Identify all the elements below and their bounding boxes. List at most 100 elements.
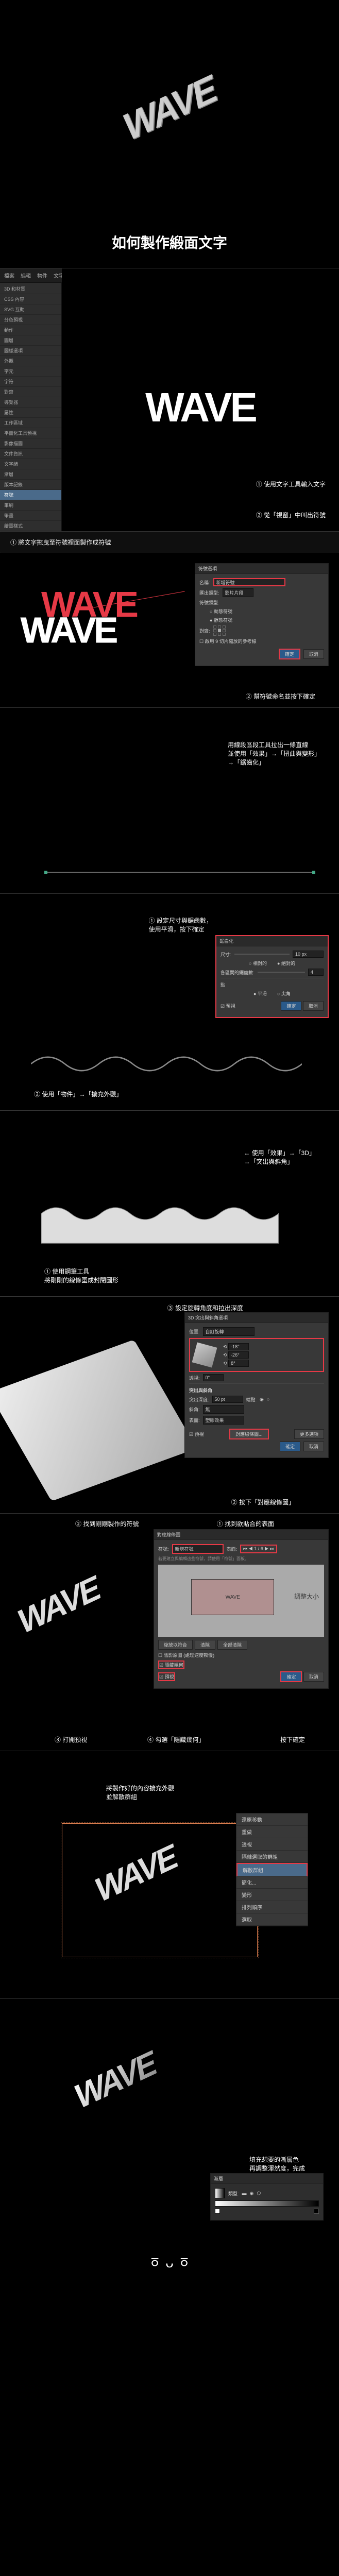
- sidebar-item[interactable]: 文件資訊: [0, 449, 61, 459]
- ok-button[interactable]: 確定: [281, 1001, 301, 1011]
- symbol-select[interactable]: 新增符號: [172, 1544, 224, 1554]
- sidebar-item[interactable]: 分色預視: [0, 315, 61, 325]
- shade-checkbox[interactable]: ☐ 陰影原圖 (處理速度較慢): [158, 1652, 214, 1658]
- radio-static[interactable]: ● 靜態符號: [210, 617, 232, 623]
- sidebar-item[interactable]: 平面化工具預視: [0, 428, 61, 438]
- sidebar-item[interactable]: 導覽器: [0, 397, 61, 408]
- sidebar-item[interactable]: 圖樣選項: [0, 346, 61, 356]
- context-item[interactable]: 排列順序: [236, 1901, 308, 1913]
- sidebar-item[interactable]: 字符: [0, 377, 61, 387]
- sidebar-item[interactable]: 對齊: [0, 387, 61, 397]
- menu-item[interactable]: 物件: [37, 272, 47, 279]
- radio-relative[interactable]: ○ 相對的: [249, 960, 267, 967]
- ok-button[interactable]: 確定: [279, 649, 300, 659]
- sidebar-item[interactable]: 版本記錄: [0, 480, 61, 490]
- symbol-name-input[interactable]: [213, 578, 285, 586]
- preview-checkbox[interactable]: ☑ 預視: [189, 1431, 204, 1437]
- ok-button[interactable]: 確定: [280, 1671, 302, 1682]
- radio-dynamic[interactable]: ○ 動態符號: [210, 608, 232, 615]
- size-input[interactable]: [293, 951, 324, 958]
- preview-checkbox[interactable]: ☑ 預視: [221, 1003, 235, 1009]
- menu-item[interactable]: 編輯: [21, 272, 31, 279]
- scale-fit-button[interactable]: 縮放以符合: [158, 1640, 193, 1650]
- first-surface-icon[interactable]: ⏮: [243, 1546, 247, 1551]
- cancel-button[interactable]: 取消: [303, 1442, 324, 1451]
- step-8: 檔案 編輯 物件 文字 選取 效果 檢視 視窗 說明 ▸ ▹ ✒ T 將製作好的…: [0, 1751, 339, 1998]
- radial-gradient-icon[interactable]: ◉: [250, 2191, 254, 2196]
- sidebar-item-symbols[interactable]: 符號: [0, 490, 61, 500]
- type-select[interactable]: 影片片段: [223, 588, 253, 597]
- ok-button[interactable]: 確定: [280, 1442, 300, 1451]
- cap-off-icon[interactable]: ○: [267, 1397, 269, 1402]
- wave-text-red[interactable]: WAVE: [41, 584, 137, 625]
- preview-checkbox[interactable]: ☑ 預視: [158, 1672, 175, 1681]
- more-options-button[interactable]: 更多選項: [294, 1429, 324, 1439]
- gradient-slider[interactable]: [215, 2200, 319, 2207]
- annotation-1: ① 將文字拖曳至符號裡面製作成符號: [0, 532, 339, 553]
- guides-checkbox[interactable]: ☐ 啟用 9 切片縮放的參考線: [199, 638, 257, 645]
- linear-gradient-icon[interactable]: ▬: [242, 2191, 247, 2196]
- context-item[interactable]: 重做: [236, 1826, 308, 1838]
- prev-surface-icon[interactable]: ◀: [249, 1546, 253, 1551]
- radio-absolute[interactable]: ● 絕對的: [277, 960, 295, 967]
- sidebar-item[interactable]: 外觀: [0, 356, 61, 366]
- gradient-stop-1[interactable]: [215, 2209, 220, 2214]
- cancel-button[interactable]: 取消: [303, 649, 324, 659]
- context-item[interactable]: 選取: [236, 1913, 308, 1926]
- rot-z-input[interactable]: [228, 1360, 249, 1367]
- final-wave-gradient[interactable]: WAVE: [73, 2042, 158, 2117]
- sidebar-item[interactable]: SVG 互動: [0, 304, 61, 315]
- sidebar-item[interactable]: 筆畫: [0, 511, 61, 521]
- sidebar-item[interactable]: 漸層: [0, 469, 61, 480]
- surface-select[interactable]: 塑膠效果: [203, 1416, 244, 1425]
- context-item[interactable]: 還原移動: [236, 1814, 308, 1826]
- context-item[interactable]: 透視: [236, 1838, 308, 1851]
- context-item[interactable]: 簡化...: [236, 1876, 308, 1889]
- line-segment-object[interactable]: [44, 872, 315, 873]
- menu-item[interactable]: 檔案: [4, 272, 14, 279]
- last-surface-icon[interactable]: ⏭: [270, 1546, 274, 1551]
- context-item[interactable]: 變形: [236, 1889, 308, 1901]
- sidebar-item[interactable]: 3D 和材質: [0, 284, 61, 294]
- wave-text-object[interactable]: WAVE: [145, 384, 256, 431]
- map-art-button[interactable]: 對應線條圖...: [229, 1429, 269, 1439]
- sidebar-item[interactable]: 圖層: [0, 335, 61, 346]
- 3d-extruded-shape[interactable]: [0, 1340, 197, 1501]
- context-item[interactable]: 隔離選取的群組: [236, 1851, 308, 1863]
- cancel-button[interactable]: 取消: [303, 1001, 324, 1011]
- registration-grid[interactable]: [213, 625, 227, 636]
- gradient-stop-2[interactable]: [314, 2209, 319, 2214]
- canvas[interactable]: WAVE ① 使用文字工具輸入文字 ② 從「視窗」中叫出符號: [62, 268, 339, 531]
- map-surface-preview[interactable]: WAVE 調整大小: [158, 1565, 324, 1637]
- sidebar-item[interactable]: 字元: [0, 366, 61, 377]
- sidebar-item[interactable]: 文字緒: [0, 459, 61, 469]
- clear-all-button[interactable]: 全部清除: [217, 1640, 247, 1650]
- rot-x-input[interactable]: [228, 1343, 249, 1350]
- sidebar-item[interactable]: 工作區域: [0, 418, 61, 428]
- freeform-gradient-icon[interactable]: ⬡: [257, 2191, 261, 2196]
- ridges-input[interactable]: [308, 969, 324, 976]
- invisible-geometry-checkbox[interactable]: ☑ 隱藏幾何: [158, 1660, 184, 1669]
- cancel-button[interactable]: 取消: [303, 1672, 324, 1682]
- gradient-swatch[interactable]: [215, 2188, 225, 2198]
- bevel-select[interactable]: 無: [203, 1405, 244, 1414]
- surface-label: 表面:: [227, 1546, 238, 1552]
- clear-button[interactable]: 清除: [195, 1640, 215, 1650]
- context-item-ungroup[interactable]: 解散群組: [236, 1863, 308, 1876]
- rotation-cube-icon[interactable]: [192, 1343, 217, 1368]
- position-select[interactable]: 自訂旋轉: [203, 1327, 255, 1336]
- closed-wave-shape[interactable]: [41, 1196, 279, 1255]
- sidebar-item[interactable]: 屬性: [0, 408, 61, 418]
- next-surface-icon[interactable]: ▶: [264, 1546, 268, 1551]
- sidebar-item[interactable]: CSS 內容: [0, 294, 61, 304]
- cap-on-icon[interactable]: ◉: [260, 1397, 264, 1402]
- sidebar-item[interactable]: 繪圖樣式: [0, 521, 61, 531]
- sidebar-item[interactable]: 動作: [0, 325, 61, 335]
- sidebar-item[interactable]: 影像描圖: [0, 438, 61, 449]
- radio-smooth[interactable]: ● 平滑: [253, 990, 267, 997]
- sidebar-item[interactable]: 筆刷: [0, 500, 61, 511]
- rot-y-input[interactable]: [228, 1351, 249, 1359]
- depth-input[interactable]: [212, 1396, 243, 1403]
- radio-corner[interactable]: ○ 尖角: [277, 990, 291, 997]
- perspective-input[interactable]: [203, 1374, 224, 1381]
